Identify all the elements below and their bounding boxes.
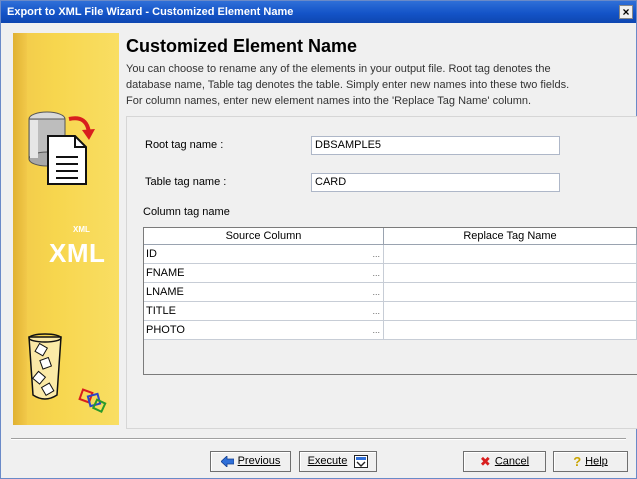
table-tag-input[interactable]: CARD bbox=[311, 173, 560, 192]
ellipsis-button[interactable]: ... bbox=[372, 302, 380, 321]
source-cell[interactable]: PHOTO... bbox=[144, 321, 384, 340]
replace-cell[interactable] bbox=[384, 245, 637, 264]
table-row: FNAME... bbox=[144, 264, 637, 283]
description-line: For column names, enter new element name… bbox=[126, 95, 532, 107]
ellipsis-button[interactable]: ... bbox=[372, 283, 380, 302]
replace-cell[interactable] bbox=[384, 264, 637, 283]
description-line: You can choose to rename any of the elem… bbox=[126, 63, 551, 75]
button-separator bbox=[11, 438, 626, 440]
replace-cell[interactable] bbox=[384, 321, 637, 340]
close-button[interactable]: × bbox=[619, 5, 633, 19]
previous-button[interactable]: Previous bbox=[210, 451, 291, 472]
header-replace-tag-name[interactable]: Replace Tag Name bbox=[384, 228, 637, 245]
page-title: Customized Element Name bbox=[126, 36, 358, 56]
chain-bucket-icon bbox=[28, 333, 107, 413]
window-title: Export to XML File Wizard - Customized E… bbox=[7, 6, 294, 18]
table-tag-label: Table tag name : bbox=[145, 176, 227, 188]
cancel-x-icon: ✖ bbox=[479, 454, 491, 469]
source-cell[interactable]: LNAME... bbox=[144, 283, 384, 302]
wizard-window: Export to XML File Wizard - Customized E… bbox=[0, 0, 637, 479]
grid-header: Source Column Replace Tag Name bbox=[144, 228, 637, 245]
xml-big-text: XML bbox=[49, 238, 106, 268]
description-line: database name, Table tag denotes the tab… bbox=[126, 79, 570, 91]
table-row: LNAME... bbox=[144, 283, 637, 302]
execute-icon bbox=[354, 454, 369, 468]
xml-small-text: XML bbox=[73, 225, 90, 234]
cancel-button[interactable]: ✖ Cancel bbox=[463, 451, 546, 472]
title-bar[interactable]: Export to XML File Wizard - Customized E… bbox=[1, 1, 636, 23]
description: You can choose to rename any of the elem… bbox=[126, 61, 636, 109]
source-cell[interactable]: FNAME... bbox=[144, 264, 384, 283]
ellipsis-button[interactable]: ... bbox=[372, 264, 380, 283]
table-row: PHOTO... bbox=[144, 321, 637, 340]
execute-button[interactable]: Execute bbox=[299, 451, 377, 472]
replace-cell[interactable] bbox=[384, 283, 637, 302]
help-icon: ? bbox=[573, 454, 582, 469]
back-arrow-icon bbox=[220, 455, 234, 467]
column-tag-grid: Source Column Replace Tag Name ID... FNA… bbox=[143, 227, 637, 375]
wizard-sidebar: XML XML bbox=[13, 33, 119, 425]
ellipsis-button[interactable]: ... bbox=[372, 321, 380, 340]
header-source-column[interactable]: Source Column bbox=[144, 228, 384, 245]
source-cell[interactable]: TITLE... bbox=[144, 302, 384, 321]
source-cell[interactable]: ID... bbox=[144, 245, 384, 264]
table-row: TITLE... bbox=[144, 302, 637, 321]
table-row: ID... bbox=[144, 245, 637, 264]
root-tag-input[interactable]: DBSAMPLE5 bbox=[311, 136, 560, 155]
column-tag-label: Column tag name bbox=[143, 206, 230, 218]
replace-cell[interactable] bbox=[384, 302, 637, 321]
ellipsis-button[interactable]: ... bbox=[372, 245, 380, 264]
help-button[interactable]: ? Help bbox=[553, 451, 628, 472]
document-icon bbox=[47, 135, 87, 185]
root-tag-label: Root tag name : bbox=[145, 139, 224, 151]
